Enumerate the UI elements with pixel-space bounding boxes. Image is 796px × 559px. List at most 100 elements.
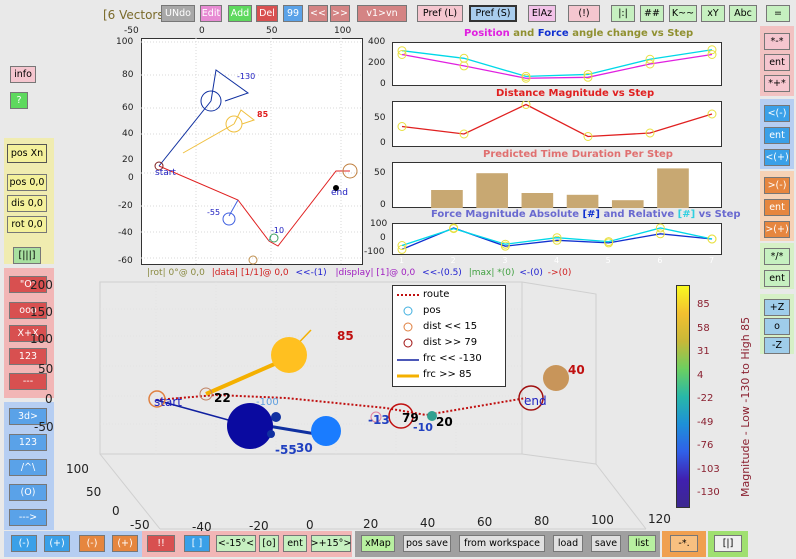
k-button[interactable]: K~~	[669, 5, 697, 22]
bottom-bang-button[interactable]: !!	[147, 535, 175, 552]
chart2-ytick-0: 50	[374, 113, 386, 123]
y3-tick-3: -50	[130, 518, 150, 532]
eq-button[interactable]: =	[766, 5, 790, 22]
plot3d-label-100: -100	[256, 397, 279, 408]
brk2-button[interactable]: [|]	[714, 535, 742, 552]
bar-button[interactable]: |:|	[611, 5, 635, 22]
legend-pos: pos	[423, 305, 441, 316]
dis00-button[interactable]: dis 0,0	[7, 195, 47, 212]
info-button[interactable]: info	[10, 66, 36, 83]
xmap-button[interactable]: xMap	[361, 535, 395, 552]
undo-button[interactable]: UNdo	[161, 5, 195, 22]
right-top-2[interactable]: *+*	[764, 75, 790, 92]
right-top-0[interactable]: *-*	[764, 33, 790, 50]
chart4-title: Force Magnitude Absolute [#] and Relativ…	[431, 209, 741, 220]
ent-button[interactable]: ent	[283, 535, 307, 552]
pos-save-button[interactable]: pos save	[403, 535, 451, 552]
bottom-brackets-button[interactable]: [ ]	[184, 535, 210, 552]
chart4-xtick-4: 5	[605, 256, 611, 265]
z-plus-button[interactable]: +Z	[764, 299, 790, 316]
bottom-minus-blue[interactable]: (-)	[11, 535, 37, 552]
bottom-minus-orange[interactable]: (-)	[79, 535, 105, 552]
c1-series-1	[401, 53, 713, 79]
colorbar-tick-3: 4	[697, 369, 704, 381]
colorbar-label: Magnitude - Low -130 to High 85	[739, 316, 752, 497]
o-button[interactable]: [o]	[259, 535, 279, 552]
rot-right-button[interactable]: >+15°>	[311, 535, 351, 552]
edit-button[interactable]: Edit	[200, 5, 222, 22]
blue-btn-3[interactable]: (O)	[9, 484, 47, 501]
plot2d-xtick-0: -50	[124, 26, 139, 36]
help-button[interactable]: ?	[10, 92, 28, 109]
z-tick-4: 0	[45, 392, 53, 406]
chart3-ytick-0: 50	[374, 168, 386, 178]
count-button[interactable]: 99	[283, 5, 303, 22]
plot2d-xtick-1: 0	[199, 26, 205, 36]
brk-button[interactable]: [|||]	[13, 247, 41, 264]
pref-l-button[interactable]: Pref (L)	[417, 5, 463, 22]
legend-route: route	[423, 289, 450, 300]
z-minus-button[interactable]: -Z	[764, 337, 790, 354]
prev-button[interactable]: <<	[308, 5, 328, 22]
xy-button[interactable]: xY	[701, 5, 725, 22]
abc-button[interactable]: Abc	[729, 5, 757, 22]
pos-xn-button[interactable]: pos Xn	[7, 144, 47, 163]
plot2d-ytick-8: -60	[118, 256, 133, 266]
y3-tick-1: 50	[86, 485, 102, 499]
right-orange-1[interactable]: ent	[764, 199, 790, 216]
right-orange-2[interactable]: >(+)	[764, 221, 790, 238]
x3-tick-3: 20	[363, 517, 379, 531]
plot2d-ytick-5: 0	[128, 173, 134, 183]
chart1-svg	[397, 45, 717, 83]
right-orange-0[interactable]: >(-)	[764, 177, 790, 194]
save-button[interactable]: save	[591, 535, 621, 552]
blue-btn-2[interactable]: /^\	[9, 459, 47, 476]
right-top-1[interactable]: ent	[764, 54, 790, 71]
next-button[interactable]: >>	[330, 5, 350, 22]
plot3d-label-20: 20	[436, 415, 453, 429]
chart1-title: Position and Force angle change vs Step	[464, 28, 694, 39]
add-button[interactable]: Add	[228, 5, 252, 22]
right-mid-1[interactable]: ent	[764, 270, 790, 287]
hash-button[interactable]: ##	[640, 5, 664, 22]
load-button[interactable]: load	[553, 535, 583, 552]
right-blue-2[interactable]: <(+)	[764, 149, 790, 166]
bottom-plus-orange[interactable]: (+)	[112, 535, 138, 552]
right-mid-0[interactable]: */*	[764, 248, 790, 265]
plot3d-label-13: -13	[368, 413, 390, 427]
bang-button[interactable]: (!)	[568, 5, 600, 22]
chart3-title: Predicted Time Duration Per Step	[483, 149, 673, 160]
bottom-plus-blue[interactable]: (+)	[44, 535, 70, 552]
del-button[interactable]: Del	[256, 5, 278, 22]
plot2d-ytick-0: 100	[116, 37, 134, 47]
plot3d-end-label: end	[524, 394, 547, 408]
star-button[interactable]: -*.	[670, 535, 698, 552]
legend-dist-high: dist >> 79	[423, 337, 478, 348]
colorbar-tick-1: 58	[697, 322, 710, 334]
colorbar-tick-2: 31	[697, 346, 710, 357]
right-blue-0[interactable]: <(-)	[764, 105, 790, 122]
rot-left-button[interactable]: <-15°<	[216, 535, 256, 552]
v1vn-button[interactable]: v1>vn	[357, 5, 407, 22]
right-blue-1[interactable]: ent	[764, 127, 790, 144]
z-o-button[interactable]: o	[764, 318, 790, 335]
pos00-button[interactable]: pos 0,0	[7, 174, 47, 191]
plot2d-svg: start end -130 85 -55 -10	[141, 38, 363, 265]
plot2d-ytick-4: 20	[122, 155, 134, 165]
elaz-button[interactable]: ElAz	[528, 5, 556, 22]
chart3-bar-3	[566, 194, 599, 208]
x3-tick-8: 120	[648, 512, 671, 526]
colorbar-tick-5: -49	[697, 416, 714, 428]
x3-tick-5: 60	[477, 515, 493, 529]
pref-s-button[interactable]: Pref (S)	[469, 5, 517, 22]
rot00-button[interactable]: rot 0,0	[7, 216, 47, 233]
plot2d-ytick-7: -40	[118, 228, 133, 238]
from-workspace-button[interactable]: from workspace	[459, 535, 545, 552]
plot3d-label-40: 40	[568, 363, 585, 377]
chart3-bar-4	[611, 200, 644, 208]
plot3d-label-22: 22	[214, 391, 231, 405]
blue-btn-1[interactable]: 123	[9, 434, 47, 451]
blue-btn-4[interactable]: --->	[9, 509, 47, 526]
list-button[interactable]: list	[628, 535, 656, 552]
z-tick-3: 50	[38, 362, 54, 376]
